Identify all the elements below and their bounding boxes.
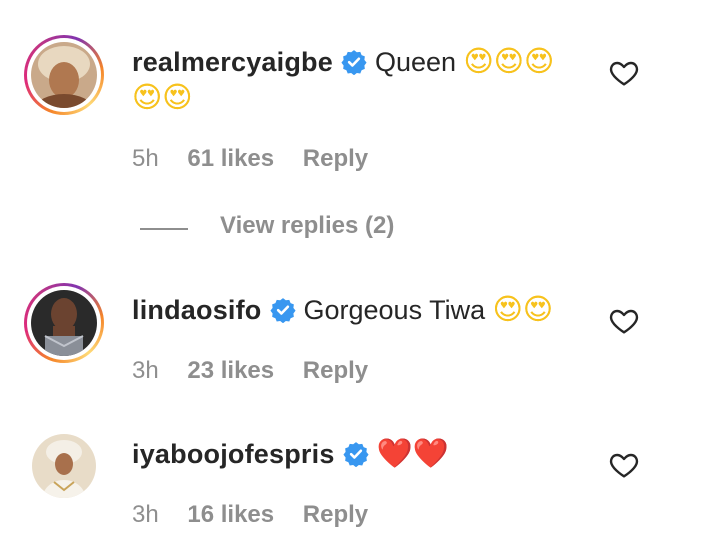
like-heart-icon[interactable] — [608, 449, 640, 481]
likes-count[interactable]: 23 likes — [187, 357, 274, 385]
comment-meta: 5h 61 likes Reply — [132, 145, 390, 173]
comment-line: lindaosifo Gorgeous Tiwa 😍😍 — [132, 292, 553, 327]
comment-line: iyaboojofespris ❤️❤️ — [132, 436, 449, 471]
comment-meta: 3h 23 likes Reply — [132, 357, 390, 385]
comment-line-2: 😍😍 — [132, 80, 192, 115]
comment-line: realmercyaigbe Queen 😍😍😍 — [132, 44, 554, 79]
reply-button[interactable]: Reply — [303, 145, 368, 173]
username[interactable]: realmercyaigbe — [132, 47, 333, 77]
avatar[interactable] — [32, 434, 96, 498]
avatar[interactable] — [31, 290, 97, 356]
verified-badge-icon — [342, 442, 369, 467]
timestamp[interactable]: 5h — [132, 145, 159, 173]
avatar[interactable] — [31, 42, 97, 108]
heart-eyes-emoji: 😍😍😍 — [463, 44, 555, 78]
story-ring[interactable] — [24, 35, 104, 115]
reply-button[interactable]: Reply — [303, 501, 368, 529]
heart-eyes-emoji: 😍😍 — [492, 292, 554, 326]
timestamp[interactable]: 3h — [132, 501, 159, 529]
likes-count[interactable]: 61 likes — [187, 145, 274, 173]
username[interactable]: lindaosifo — [132, 295, 262, 325]
red-heart-emoji: ❤️❤️ — [376, 436, 449, 470]
verified-badge-icon — [269, 298, 296, 323]
comment-text: Queen — [374, 47, 464, 77]
avatar-wrap[interactable] — [32, 434, 96, 498]
like-heart-icon[interactable] — [608, 305, 640, 337]
username[interactable]: iyaboojofespris — [132, 439, 335, 469]
likes-count[interactable]: 16 likes — [187, 501, 274, 529]
like-heart-icon[interactable] — [608, 57, 640, 89]
heart-eyes-emoji: 😍😍 — [132, 80, 193, 114]
story-ring[interactable] — [24, 283, 104, 363]
comment-meta: 3h 16 likes Reply — [132, 501, 390, 529]
view-replies-button[interactable]: View replies (2) — [220, 212, 394, 240]
reply-button[interactable]: Reply — [303, 357, 368, 385]
divider — [140, 228, 188, 230]
comment-text: Gorgeous Tiwa — [303, 295, 493, 325]
timestamp[interactable]: 3h — [132, 357, 159, 385]
verified-badge-icon — [341, 50, 367, 75]
